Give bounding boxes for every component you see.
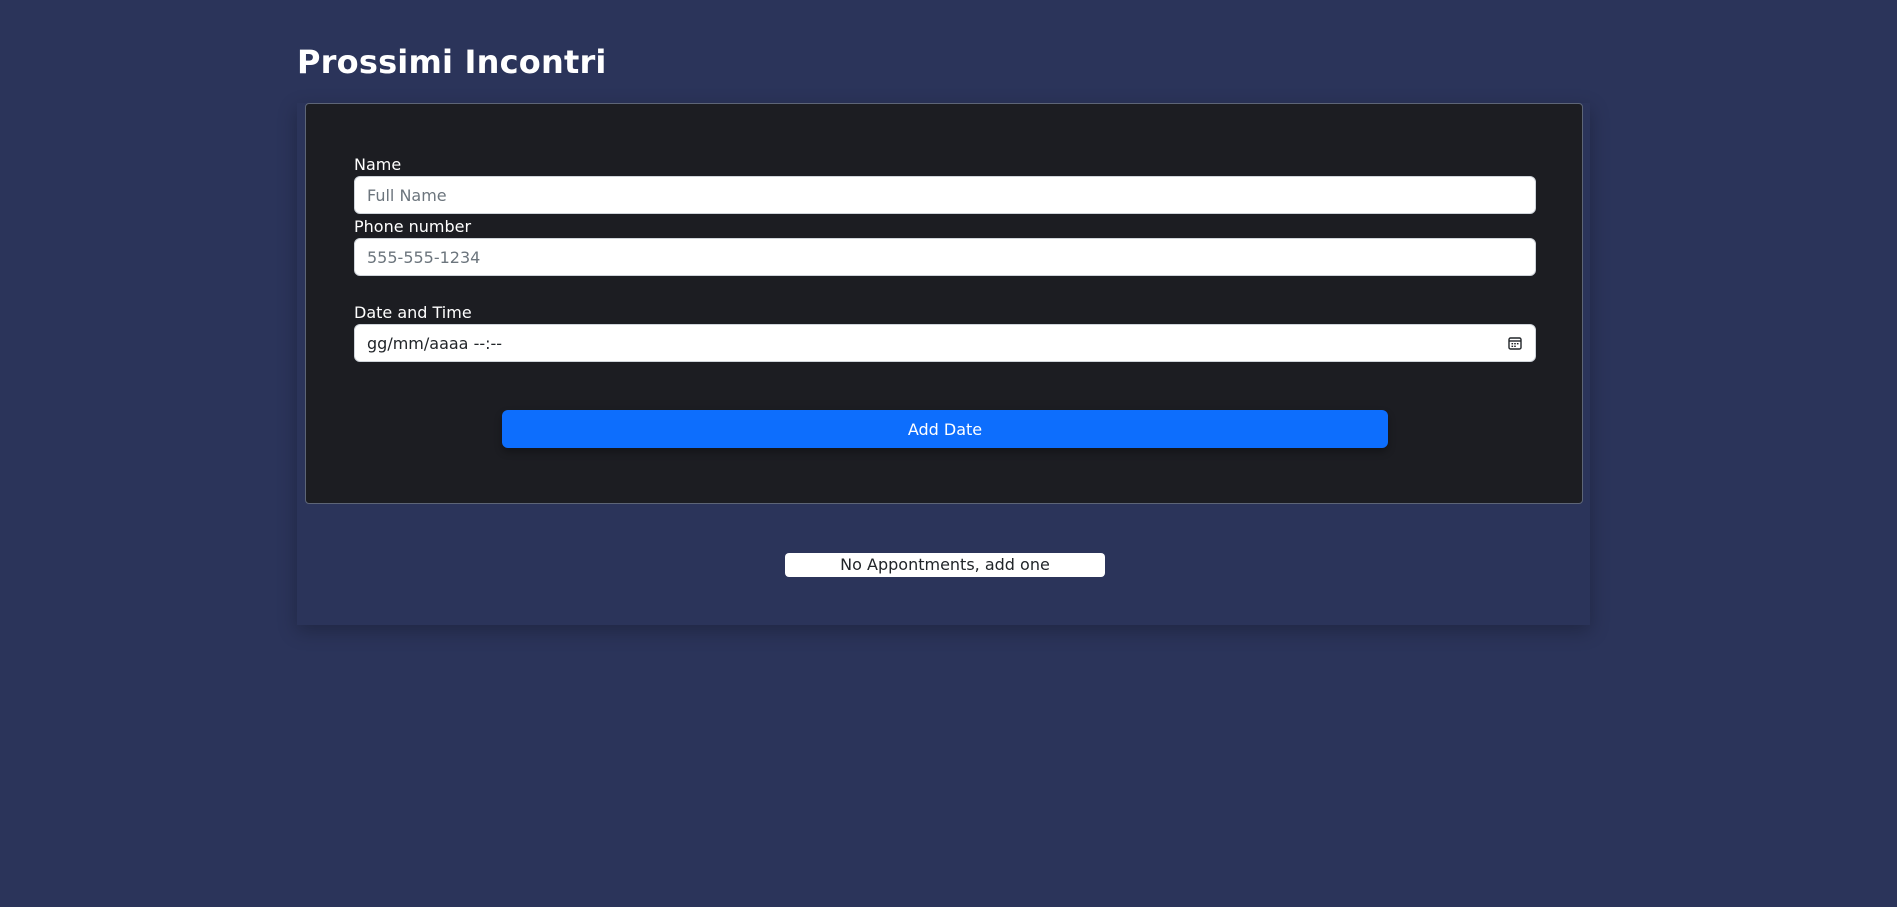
calendar-icon[interactable] bbox=[1507, 335, 1523, 351]
add-date-button[interactable]: Add Date bbox=[502, 410, 1388, 448]
empty-appointments-message: No Appontments, add one bbox=[785, 553, 1105, 577]
datetime-placeholder: gg/mm/aaaa --:-- bbox=[367, 333, 503, 353]
phone-label: Phone number bbox=[354, 217, 472, 236]
name-label: Name bbox=[354, 155, 402, 174]
datetime-label: Date and Time bbox=[354, 303, 472, 322]
page-title: Prossimi Incontri bbox=[297, 43, 607, 81]
phone-input[interactable] bbox=[354, 238, 1536, 276]
datetime-input[interactable]: gg/mm/aaaa --:-- bbox=[354, 324, 1536, 362]
name-input[interactable] bbox=[354, 176, 1536, 214]
appointment-form: Name Phone number Date and Time gg/mm/aa… bbox=[305, 103, 1583, 504]
